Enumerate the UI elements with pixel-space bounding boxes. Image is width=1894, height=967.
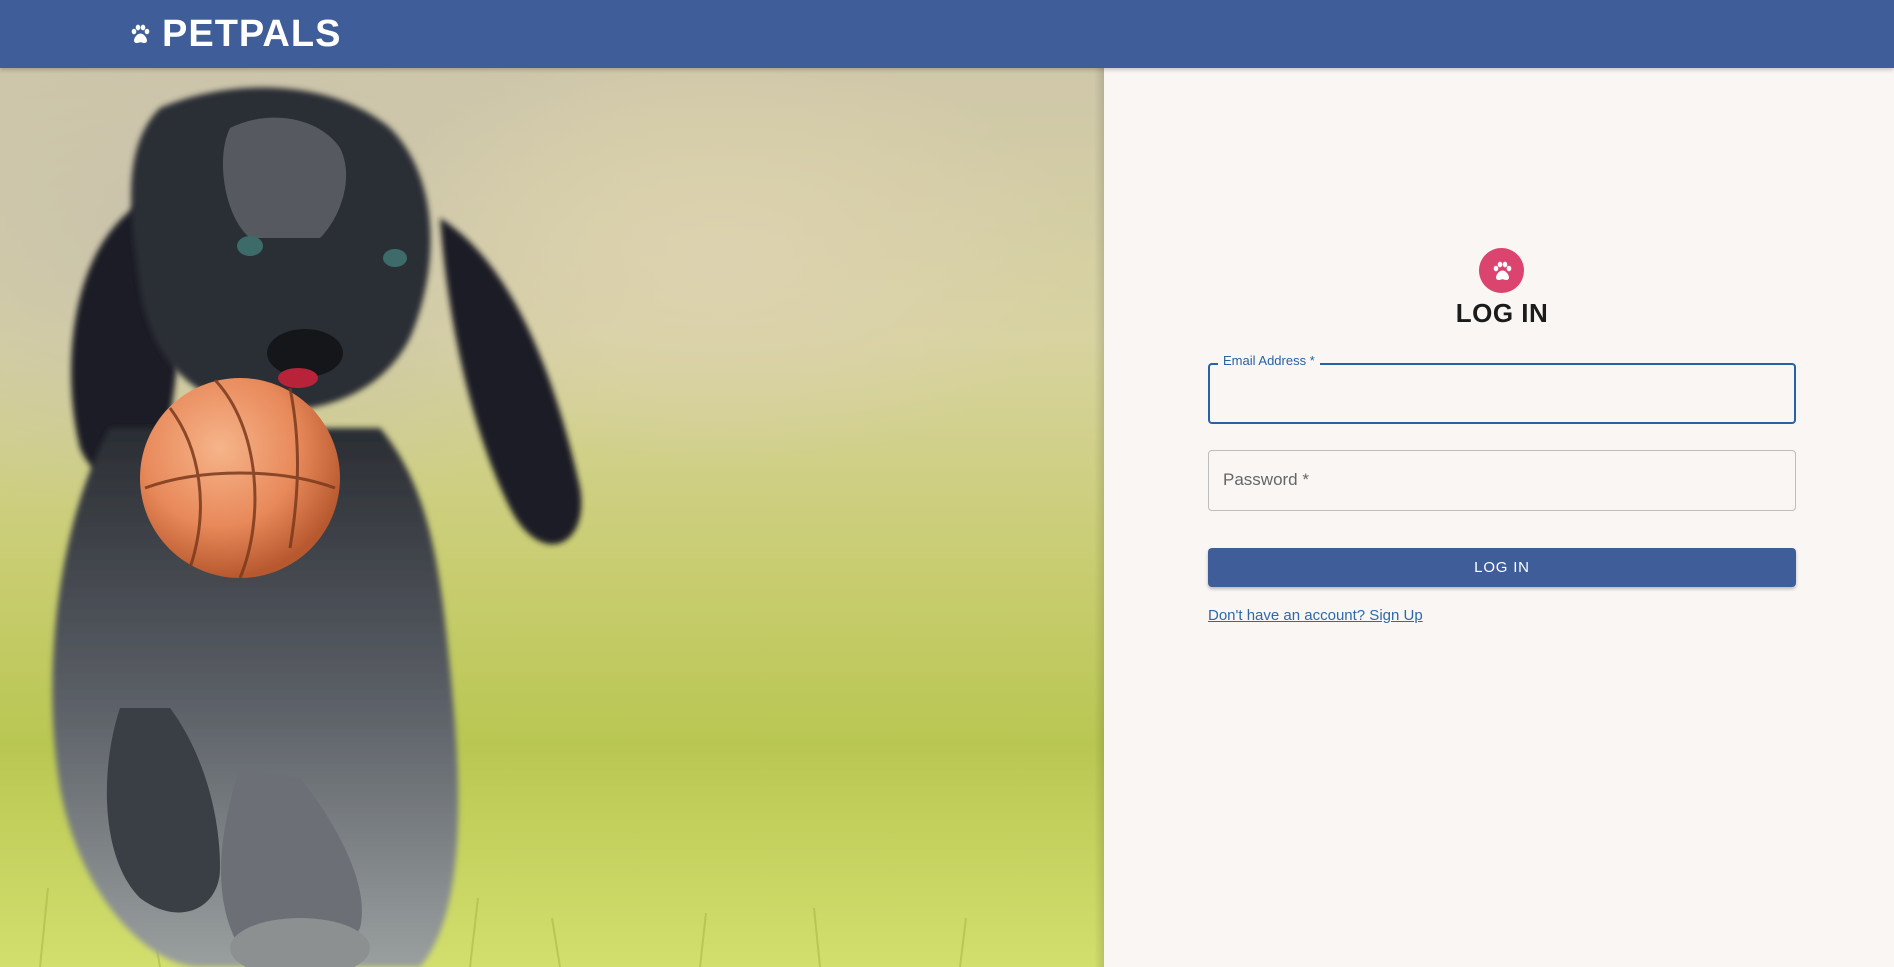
login-panel xyxy=(1104,68,1894,967)
paw-icon xyxy=(131,24,150,44)
page-title: LOG IN xyxy=(1455,298,1549,328)
password-label: Password * xyxy=(1223,470,1309,489)
paw-icon xyxy=(1493,261,1511,280)
brand-name: PETPALS xyxy=(162,12,342,55)
email-label: Email Address * xyxy=(1218,353,1320,368)
signup-link[interactable]: Don't have an account? Sign Up xyxy=(1208,607,1423,624)
hero-edge-shadow xyxy=(1094,68,1104,967)
email-input[interactable] xyxy=(1210,365,1794,422)
app-bar: PETPALS xyxy=(0,0,1894,68)
brand[interactable]: PETPALS xyxy=(128,0,341,68)
hero-image xyxy=(0,68,1104,967)
puppy-photo xyxy=(39,87,967,967)
email-field[interactable] xyxy=(1208,363,1796,424)
login-button[interactable]: LOG IN xyxy=(1208,548,1796,587)
avatar xyxy=(1479,248,1524,293)
